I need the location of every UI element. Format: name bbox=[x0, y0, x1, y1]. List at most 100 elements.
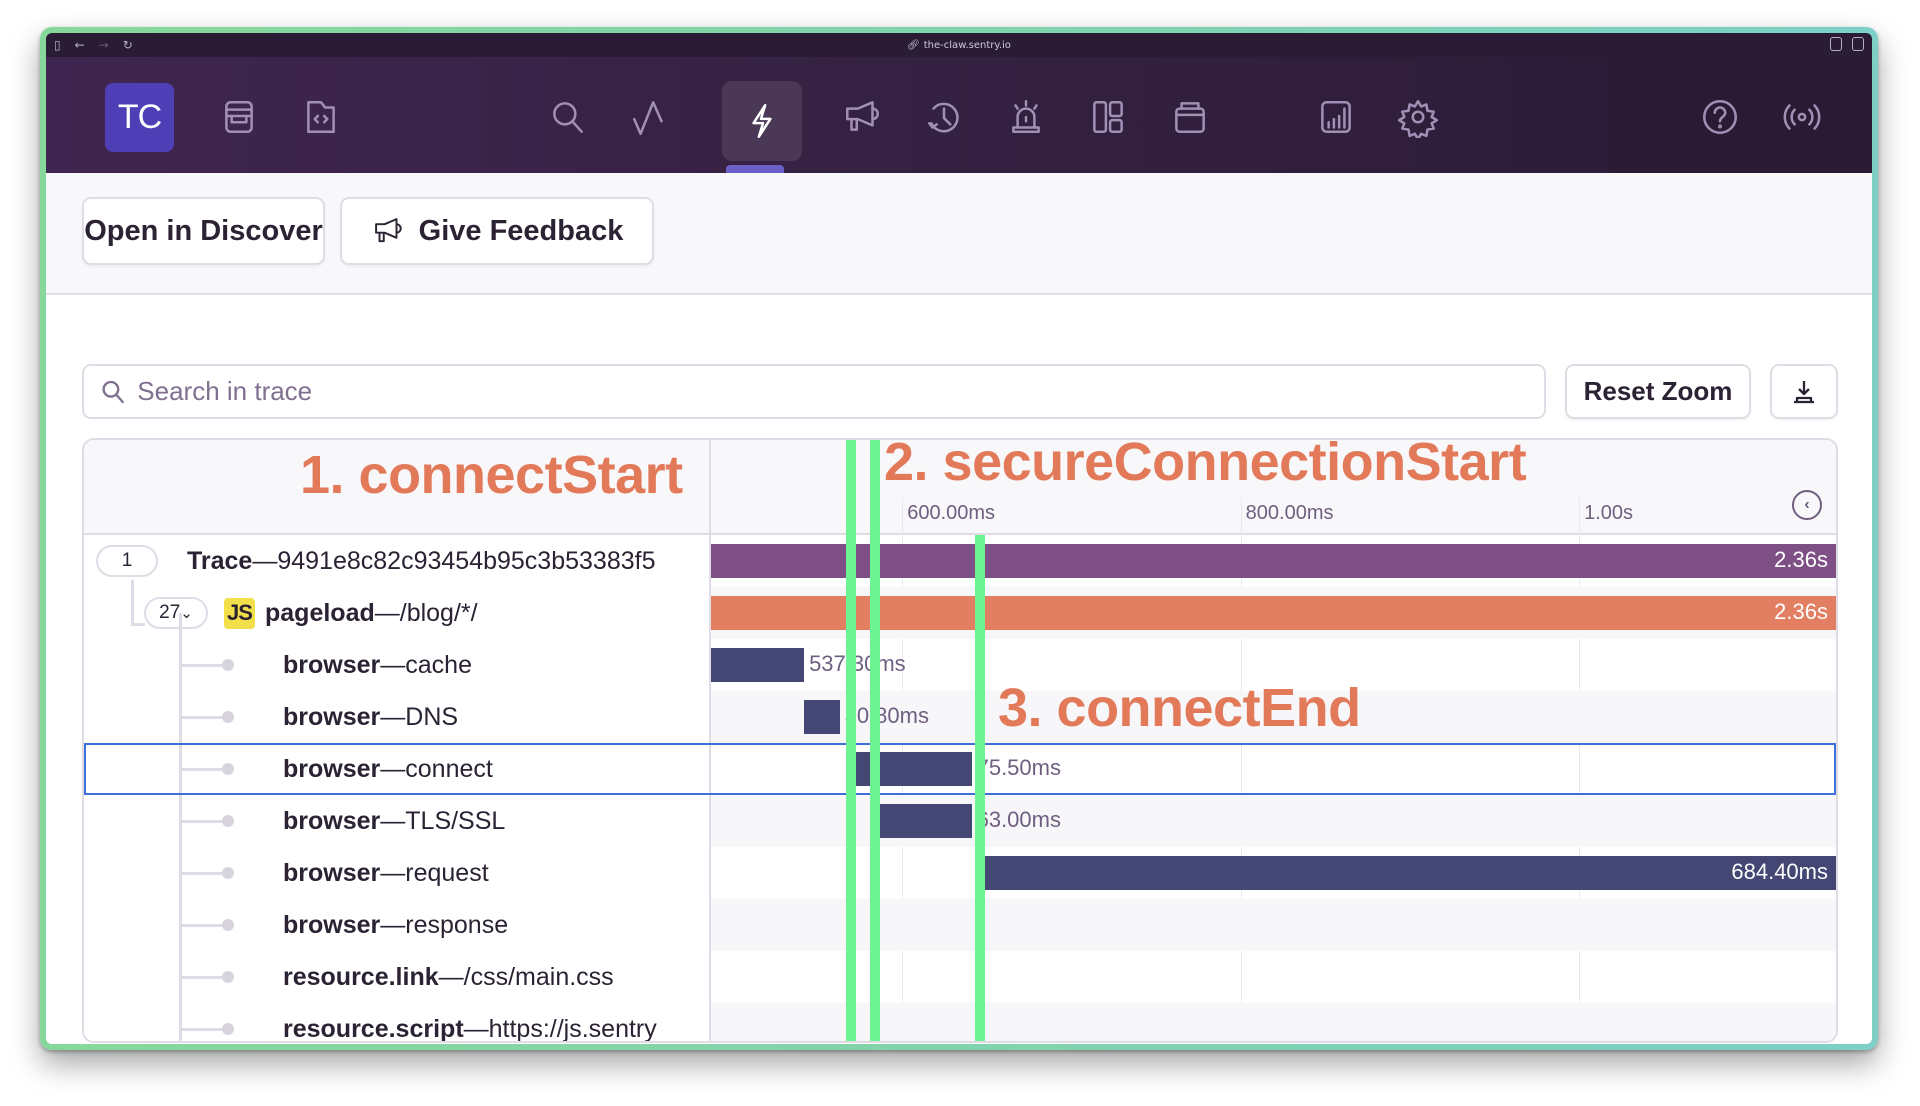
performance-icon[interactable] bbox=[624, 91, 676, 143]
reload-icon[interactable]: ↻ bbox=[123, 38, 133, 52]
settings-icon[interactable] bbox=[1392, 91, 1444, 143]
span-description: request bbox=[405, 858, 489, 887]
separator: — bbox=[380, 910, 406, 939]
span-op: browser bbox=[283, 910, 381, 939]
span-description: https://js.sentry bbox=[488, 1014, 657, 1043]
browser-chrome: ▯ ← → ↻ 🔗︎ the-claw.sentry.io bbox=[46, 33, 1872, 57]
feedback-icon[interactable] bbox=[836, 91, 888, 143]
row-title[interactable]: 27 ⌄ JS pageload — /blog/*/ bbox=[84, 587, 709, 639]
issues-icon[interactable] bbox=[213, 91, 265, 143]
trace-row[interactable]: browser — cache 537.30ms bbox=[84, 639, 1836, 691]
stats-icon[interactable] bbox=[1164, 91, 1216, 143]
open-in-discover-button[interactable]: Open in Discover bbox=[82, 197, 325, 265]
trace-row[interactable]: resource.link — /css/main.css bbox=[84, 951, 1836, 1003]
releases-icon[interactable] bbox=[918, 91, 970, 143]
span-bar[interactable] bbox=[804, 700, 840, 734]
trace-waterfall: ‹ 600.00ms 800.00ms 1.00s 1 Trace — 9491e8c… bbox=[82, 438, 1838, 1043]
separator: — bbox=[380, 806, 406, 835]
active-nav-indicator bbox=[726, 165, 784, 173]
reset-zoom-button[interactable]: Reset Zoom bbox=[1565, 364, 1751, 419]
help-icon[interactable] bbox=[1694, 91, 1746, 143]
reset-zoom-label: Reset Zoom bbox=[1583, 376, 1733, 406]
search-input[interactable] bbox=[137, 376, 1544, 407]
children-count[interactable]: 1 bbox=[96, 545, 158, 577]
tree-connector bbox=[180, 1028, 226, 1031]
annotation-connect-start: 1. connectStart bbox=[300, 445, 683, 505]
row-title[interactable]: browser — cache bbox=[84, 639, 709, 691]
give-feedback-label: Give Feedback bbox=[418, 214, 624, 247]
back-icon[interactable]: ← bbox=[75, 38, 85, 52]
span-duration: 537.30ms bbox=[809, 651, 906, 676]
give-feedback-button[interactable]: Give Feedback bbox=[340, 197, 654, 265]
tick-label: 1.00s bbox=[1584, 502, 1634, 524]
span-bar[interactable] bbox=[711, 648, 805, 682]
span-bar[interactable] bbox=[878, 804, 972, 838]
span-bar[interactable] bbox=[981, 856, 1836, 890]
org-avatar[interactable]: TC bbox=[105, 83, 174, 152]
address-bar[interactable]: 🔗︎ the-claw.sentry.io bbox=[907, 40, 1011, 51]
download-button[interactable] bbox=[1770, 364, 1838, 419]
span-op: resource.script bbox=[283, 1014, 464, 1043]
row-title[interactable]: resource.link — /css/main.css bbox=[84, 951, 709, 1003]
trace-row[interactable]: browser — DNS 30.80ms bbox=[84, 691, 1836, 743]
top-nav: TC bbox=[46, 57, 1872, 173]
span-description: /css/main.css bbox=[463, 962, 614, 991]
span-description: DNS bbox=[405, 702, 459, 731]
explore-search-icon[interactable] bbox=[542, 91, 594, 143]
separator: — bbox=[380, 650, 406, 679]
span-op: browser bbox=[283, 754, 381, 783]
span-node-dot bbox=[222, 971, 234, 983]
projects-icon[interactable] bbox=[295, 91, 347, 143]
column-divider[interactable] bbox=[709, 440, 711, 1041]
span-node-dot bbox=[222, 659, 234, 671]
row-title[interactable]: browser — TLS/SSL bbox=[84, 795, 709, 847]
span-op: browser bbox=[283, 702, 381, 731]
row-title[interactable]: resource.script — https://js.sentry bbox=[84, 1003, 709, 1043]
trace-row[interactable]: browser — connect 75.50ms bbox=[84, 743, 1836, 795]
span-description: /blog/*/ bbox=[399, 598, 478, 627]
trace-row[interactable]: 1 Trace — 9491e8c82c93454b95c3b53383f5 2.3… bbox=[84, 535, 1836, 587]
span-duration: 2.36s bbox=[1774, 547, 1828, 572]
tree-connector bbox=[180, 716, 226, 719]
tick-label: 600.00ms bbox=[907, 502, 996, 524]
forward-icon[interactable]: → bbox=[99, 38, 109, 52]
separator: — bbox=[374, 598, 400, 627]
tree-connector bbox=[131, 580, 134, 625]
sidebar-toggle-icon[interactable]: ▯ bbox=[54, 38, 61, 52]
row-title[interactable]: browser — connect bbox=[84, 743, 709, 795]
dashboards-icon[interactable] bbox=[1082, 91, 1134, 143]
alerts-icon[interactable] bbox=[1000, 91, 1052, 143]
row-title[interactable]: 1 Trace — 9491e8c82c93454b95c3b53383f5 bbox=[84, 535, 709, 587]
trace-row[interactable]: 27 ⌄ JS pageload — /blog/*/ 2.36s bbox=[84, 587, 1836, 639]
expand-toggle[interactable]: 27 ⌄ bbox=[144, 597, 208, 629]
tree-connector bbox=[180, 872, 226, 875]
insights-icon[interactable] bbox=[1310, 91, 1362, 143]
trace-row[interactable]: browser — request 684.40ms bbox=[84, 847, 1836, 899]
span-duration: 75.50ms bbox=[976, 755, 1061, 780]
span-node-dot bbox=[222, 1023, 234, 1035]
trace-row[interactable]: resource.script — https://js.sentry bbox=[84, 1003, 1836, 1043]
split-view-icon[interactable] bbox=[1852, 37, 1864, 51]
url-text: the-claw.sentry.io bbox=[923, 39, 1011, 51]
row-title[interactable]: browser — request bbox=[84, 847, 709, 899]
reader-icon[interactable] bbox=[1830, 37, 1842, 51]
span-description: cache bbox=[405, 650, 472, 679]
trace-row[interactable]: browser — response bbox=[84, 899, 1836, 951]
span-op: browser bbox=[283, 650, 381, 679]
span-node-dot bbox=[222, 711, 234, 723]
row-title[interactable]: browser — response bbox=[84, 899, 709, 951]
traces-icon[interactable] bbox=[722, 81, 802, 161]
span-node-dot bbox=[222, 763, 234, 775]
span-op: Trace bbox=[187, 546, 253, 575]
megaphone-icon bbox=[374, 218, 402, 243]
span-op: browser bbox=[283, 806, 381, 835]
chevron-down-icon: ⌄ bbox=[180, 605, 193, 622]
collapse-icon[interactable]: ‹ bbox=[1792, 490, 1822, 520]
trace-row[interactable]: browser — TLS/SSL 63.00ms bbox=[84, 795, 1836, 847]
broadcasts-icon[interactable] bbox=[1776, 91, 1828, 143]
tree-connector bbox=[179, 613, 182, 1041]
row-title[interactable]: browser — DNS bbox=[84, 691, 709, 743]
javascript-platform-icon: JS bbox=[224, 597, 255, 629]
separator: — bbox=[463, 1014, 489, 1043]
trace-search[interactable] bbox=[82, 364, 1546, 419]
